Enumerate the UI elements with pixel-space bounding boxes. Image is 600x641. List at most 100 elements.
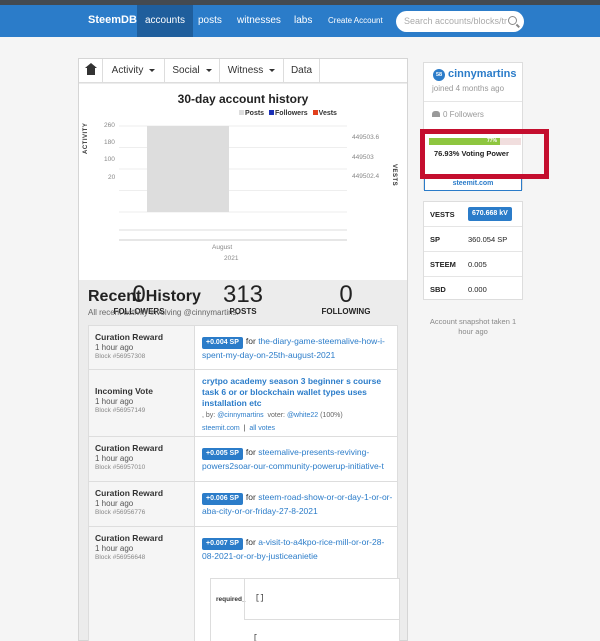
op-time: 1 hour ago (95, 454, 134, 463)
detail-value: [ (253, 634, 258, 641)
row-detail: +0.006 SP for steem-road-show-or-or-day-1… (202, 492, 393, 516)
op-block[interactable]: Block #56957149 (95, 407, 194, 414)
chart-bars (147, 126, 229, 212)
tab-witness[interactable]: Witness (220, 59, 284, 83)
vote-links: steemit.com | all votes (202, 425, 276, 432)
right-tick: 449503.6 (352, 134, 380, 141)
balance-key: SP (430, 235, 441, 244)
author-link[interactable]: @cinnymartins (217, 412, 263, 419)
tab-bar: Activity Social Witness Data (79, 59, 407, 83)
nav-labs[interactable]: labs (286, 5, 320, 37)
balance-row: VESTS 670.668 kV (424, 202, 522, 227)
balance-row: STEEM 0.005 (424, 252, 522, 277)
stat-value: 313 (222, 281, 264, 308)
voted-post-link[interactable]: crytpo academy season 3 beginner s cours… (202, 376, 393, 409)
left-tick: 100 (104, 156, 115, 163)
search-placeholder: Search accounts/blocks/tr (404, 16, 508, 26)
legend-posts: Posts (239, 110, 264, 117)
nav-witnesses[interactable]: witnesses (229, 5, 289, 37)
op-time: 1 hour ago (95, 544, 134, 553)
users-icon (432, 111, 440, 117)
x-tick-year: 2021 (224, 255, 239, 262)
balance-value: 0.005 (468, 260, 487, 269)
brand-logo[interactable]: SteemDB (88, 14, 137, 26)
balance-value: 0.000 (468, 285, 487, 294)
tab-witness-label: Witness (227, 65, 264, 76)
vote-meta: , by: @cinnymartins voter: @white22 (100… (202, 412, 343, 419)
row-detail: crytpo academy season 3 beginner s cours… (202, 376, 393, 435)
balance-row: SBD 0.000 (424, 277, 522, 302)
tab-data[interactable]: Data (284, 59, 320, 83)
joined-date: joined 4 months ago (432, 84, 505, 93)
reward-badge: +0.006 SP (202, 493, 243, 505)
op-time: 1 hour ago (95, 397, 134, 406)
op-time: 1 hour ago (95, 343, 134, 352)
op-block[interactable]: Block #56957308 (95, 353, 194, 360)
nav-create-account[interactable]: Create Account (320, 5, 391, 37)
row-meta: Curation Reward 1 hour ago Block #569566… (89, 527, 195, 641)
steemit-link-button[interactable]: steemit.com (424, 177, 522, 191)
chart-legend: Posts Followers Vests (239, 110, 340, 117)
search-icon[interactable] (508, 16, 517, 25)
all-votes-link[interactable]: all votes (249, 425, 275, 432)
op-block[interactable]: Block #56956776 (95, 509, 194, 516)
detail-key: required_ (216, 596, 246, 603)
op-type: Curation Reward (95, 533, 164, 543)
reward-badge: +0.004 SP (202, 337, 243, 349)
search-input[interactable]: Search accounts/blocks/tr (396, 11, 524, 32)
row-meta: Curation Reward 1 hour ago Block #569570… (89, 437, 195, 481)
reward-badge: +0.005 SP (202, 448, 243, 460)
reward-badge: +0.007 SP (202, 538, 243, 550)
history-table: Curation Reward 1 hour ago Block #569573… (88, 325, 400, 641)
chevron-down-icon (149, 68, 156, 72)
stat-label: FOLLOWING (321, 307, 371, 316)
table-row: Curation Reward 1 hour ago Block #569567… (89, 482, 397, 527)
left-tick: 180 (104, 139, 115, 146)
detail-divider (244, 619, 400, 620)
balance-key: SBD (430, 285, 446, 294)
right-tick: 449503 (352, 154, 374, 161)
bar-posts (147, 126, 229, 212)
nav-accounts[interactable]: accounts (137, 5, 194, 37)
op-time: 1 hour ago (95, 499, 134, 508)
tab-activity[interactable]: Activity (103, 59, 165, 83)
chart-plot (119, 125, 347, 241)
tab-home[interactable] (79, 59, 103, 83)
row-detail: +0.007 SP for a-visit-to-a4kpo-rice-mill-… (202, 537, 385, 561)
table-row: Curation Reward 1 hour ago Block #569570… (89, 437, 397, 482)
tab-social[interactable]: Social (165, 59, 220, 83)
left-axis-label: ACTIVITY (83, 122, 89, 154)
row-meta: Curation Reward 1 hour ago Block #569567… (89, 482, 195, 526)
op-block[interactable]: Block #56957010 (95, 464, 194, 471)
balance-key: VESTS (430, 210, 455, 219)
op-block[interactable]: Block #56956648 (95, 554, 194, 561)
row-detail: +0.004 SP for the-diary-game-steemalive-h… (202, 336, 385, 360)
detail-value-cell: [] (244, 579, 400, 619)
followers-count: 0 Followers (432, 110, 484, 119)
stat-value: 0 (339, 281, 353, 308)
tab-activity-label: Activity (111, 65, 144, 76)
row-detail: +0.005 SP for steemalive-presents-revivin… (202, 447, 384, 471)
avatar: 58 (433, 69, 445, 81)
op-type: Curation Reward (95, 332, 164, 342)
detail-value: [] (255, 594, 265, 603)
x-tick-month: August (212, 244, 233, 251)
account-history-chart: 30-day account history Posts Followers V… (79, 84, 407, 280)
legend-followers: Followers (269, 110, 308, 117)
table-row: Incoming Vote 1 hour ago Block #56957149… (89, 370, 397, 437)
nav-posts[interactable]: posts (190, 5, 230, 37)
recent-history-title: Recent History (88, 288, 201, 305)
divider (424, 101, 522, 102)
op-type: Curation Reward (95, 488, 164, 498)
tab-social-label: Social (172, 65, 200, 76)
navbar: SteemDB accounts posts witnesses labs Cr… (0, 5, 600, 37)
chevron-down-icon (205, 68, 212, 72)
home-icon (84, 63, 97, 75)
steemit-link[interactable]: steemit.com (202, 425, 240, 432)
main-panel: Activity Social Witness Data 30-day acco… (78, 58, 408, 641)
username[interactable]: cinnymartins (448, 68, 516, 80)
chart-title: 30-day account history (177, 92, 309, 106)
stat-following: 0 FOLLOWING (301, 281, 391, 316)
balance-key: STEEM (430, 260, 456, 269)
voter-link[interactable]: @white22 (287, 412, 318, 419)
